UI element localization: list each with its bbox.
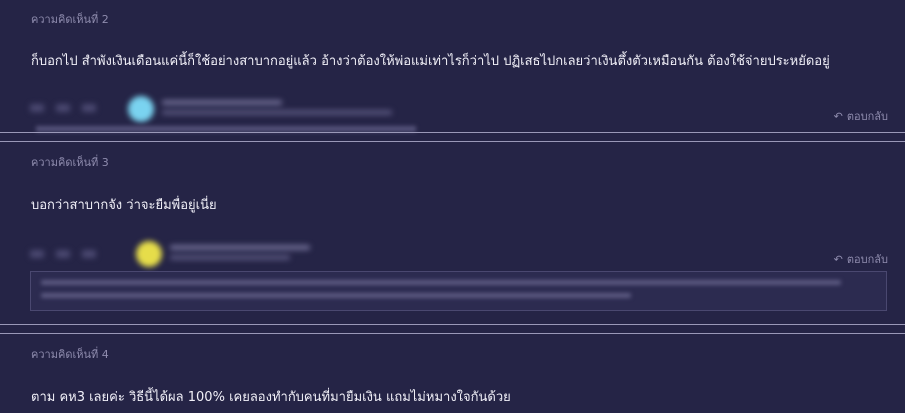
comment-number: ความคิดเห็นที่ 2 <box>31 13 109 26</box>
reply-arrow-icon: ↶ <box>833 109 843 123</box>
reply-label: ตอบกลับ <box>846 253 888 266</box>
timestamp-blur <box>162 110 392 115</box>
comment-footer-blurred <box>30 238 330 270</box>
reply-preview-text-blur <box>41 280 841 285</box>
comment-footer-blurred <box>30 92 430 126</box>
reply-button[interactable]: ↶ ตอบกลับ <box>834 107 888 125</box>
comment-number: ความคิดเห็นที่ 3 <box>31 156 109 169</box>
reply-preview <box>30 271 887 311</box>
comment-2: ความคิดเห็นที่ 2 ก็บอกไป สำพังเงินเดือนแ… <box>0 0 905 132</box>
emoji-icon[interactable] <box>30 104 44 112</box>
comment-body: ก็บอกไป สำพังเงินเดือนแค่นี้ก็ใช้อย่างสา… <box>31 54 830 69</box>
vote-up-icon[interactable] <box>56 250 70 258</box>
emoji-icon[interactable] <box>30 250 44 258</box>
comment-body: บอกว่าสาบากจัง ว่าจะยืมพื่อยู่เนี่ย <box>31 198 217 213</box>
vote-down-icon[interactable] <box>82 250 96 258</box>
comment-thread: ความคิดเห็นที่ 2 ก็บอกไป สำพังเงินเดือนแ… <box>0 0 905 413</box>
comment-number: ความคิดเห็นที่ 4 <box>31 348 109 361</box>
username-blur <box>170 245 310 250</box>
user-avatar-icon[interactable] <box>128 96 154 122</box>
user-avatar-icon[interactable] <box>136 241 162 267</box>
comment-4: ความคิดเห็นที่ 4 ตาม คห3 เลยค่ะ วิธีนี้ไ… <box>0 334 905 413</box>
reply-arrow-icon: ↶ <box>833 252 843 266</box>
reply-button[interactable]: ↶ ตอบกลับ <box>834 250 888 268</box>
comment-divider <box>0 132 905 133</box>
vote-up-icon[interactable] <box>56 104 70 112</box>
vote-down-icon[interactable] <box>82 104 96 112</box>
reply-label: ตอบกลับ <box>846 110 888 123</box>
username-blur <box>162 100 282 105</box>
comment-divider <box>0 324 905 325</box>
comment-body: ตาม คห3 เลยค่ะ วิธีนี้ได้ผล 100% เคยลองท… <box>31 390 511 405</box>
timestamp-blur <box>170 255 290 260</box>
reply-preview-text-blur <box>41 293 631 298</box>
